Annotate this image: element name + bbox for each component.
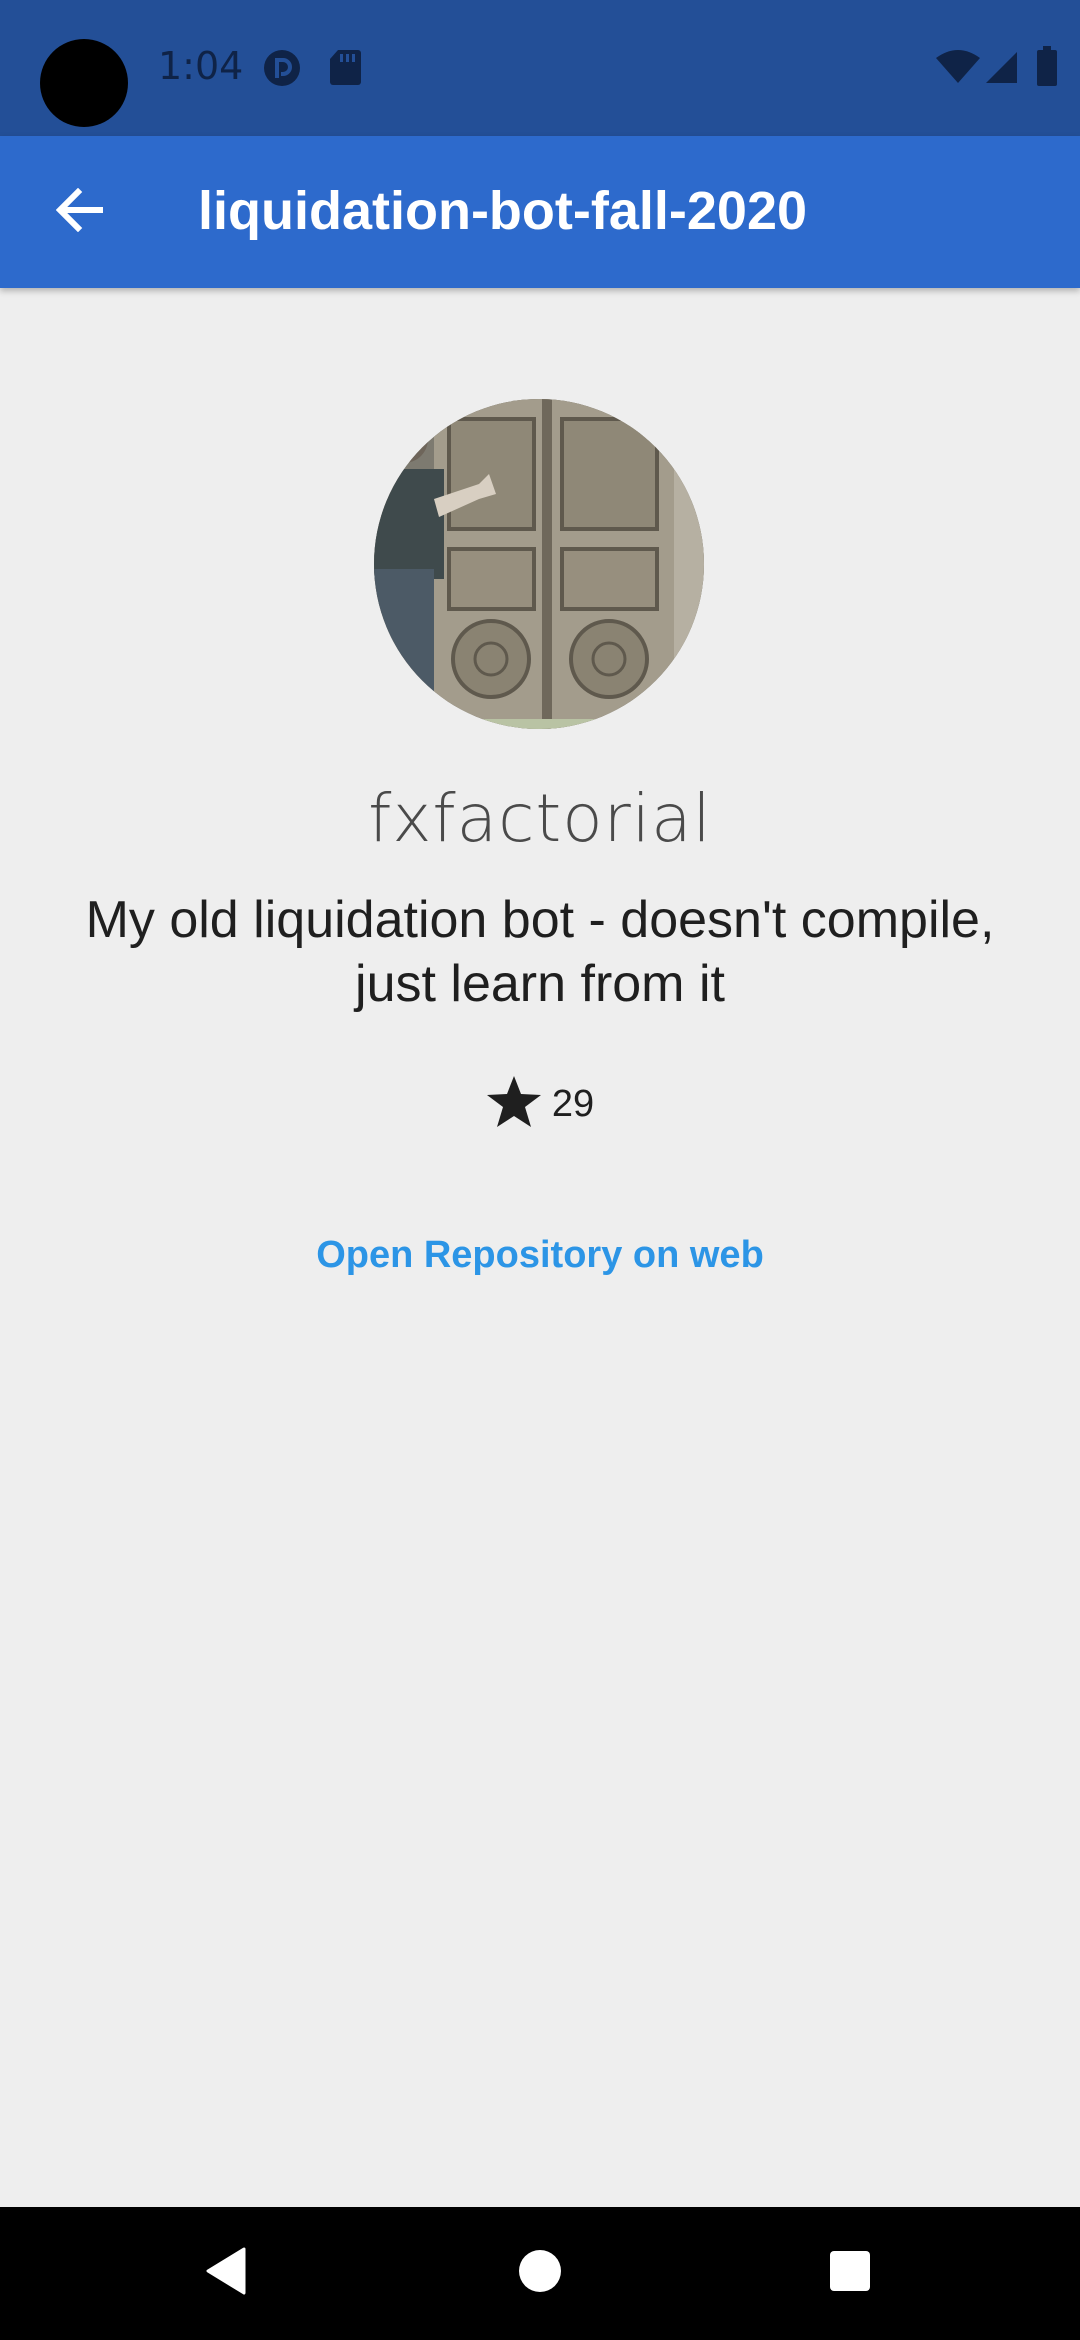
back-button[interactable]	[38, 170, 122, 254]
star-icon	[486, 1075, 542, 1134]
nav-recents-button[interactable]	[808, 2231, 892, 2315]
sd-card-icon	[328, 48, 362, 91]
cell-signal-icon	[984, 50, 1018, 89]
nav-back-button[interactable]	[184, 2231, 268, 2315]
page-title: liquidation-bot-fall-2020	[198, 181, 808, 241]
triangle-back-icon	[204, 2247, 248, 2300]
star-count-row: 29	[0, 1075, 1080, 1134]
app-bar: liquidation-bot-fall-2020	[0, 136, 1080, 288]
owner-name: fxfactorial	[368, 780, 712, 857]
owner-avatar	[374, 399, 704, 729]
square-recents-icon	[828, 2249, 872, 2298]
camera-cutout	[40, 39, 128, 127]
nav-home-button[interactable]	[498, 2231, 582, 2315]
star-count: 29	[551, 1083, 595, 1125]
pocket-casts-icon	[262, 48, 302, 93]
open-repository-link[interactable]: Open Repository on web	[0, 1234, 1080, 1277]
repository-description: My old liquidation bot - doesn't compile…	[85, 891, 995, 1013]
wifi-icon	[936, 50, 980, 89]
status-time: 1:04	[158, 44, 244, 88]
battery-icon	[1036, 46, 1058, 91]
navigation-bar	[0, 2207, 1080, 2340]
arrow-left-icon	[55, 187, 104, 237]
circle-home-icon	[518, 2249, 562, 2298]
status-bar: 1:04	[0, 0, 1080, 136]
